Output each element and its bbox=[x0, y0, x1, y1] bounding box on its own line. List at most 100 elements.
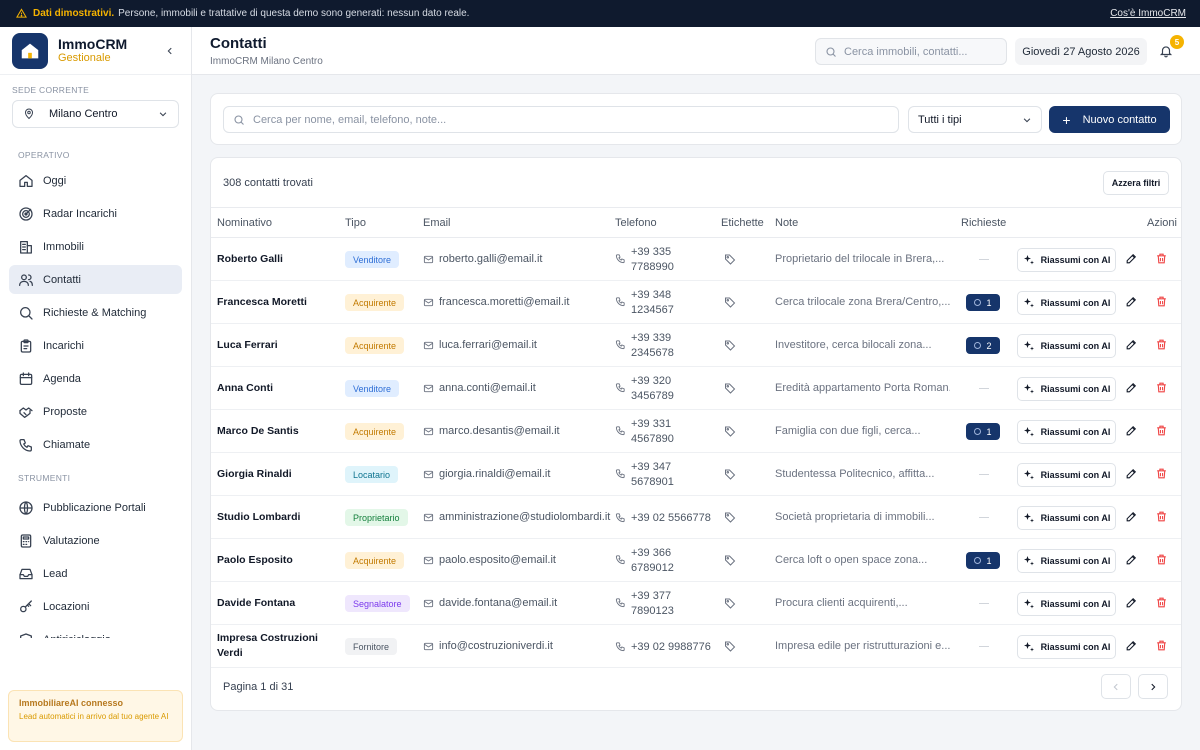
edit-icon[interactable] bbox=[1125, 467, 1138, 480]
table-row[interactable]: Impresa Costruzioni Verdi Fornitore info@c… bbox=[211, 625, 1181, 668]
col-type[interactable]: Tipo bbox=[345, 217, 366, 229]
requests-badge[interactable]: 1 bbox=[966, 294, 1000, 311]
sidebar-item-lead[interactable]: Lead bbox=[9, 559, 182, 588]
table-row[interactable]: Luca Ferrari Acquirente luca.ferrari@email… bbox=[211, 324, 1181, 367]
summarize-ai-button[interactable]: Riassumi con AI bbox=[1017, 420, 1116, 444]
sidebar-item-locazioni[interactable]: Locazioni bbox=[9, 592, 182, 621]
reset-filters-button[interactable]: Azzera filtri bbox=[1103, 171, 1169, 195]
edit-icon[interactable] bbox=[1125, 424, 1138, 437]
contact-email[interactable]: paolo.esposito@email.it bbox=[423, 554, 556, 566]
trash-icon[interactable] bbox=[1155, 639, 1168, 652]
contact-email[interactable]: amministrazione@studiolombardi.it bbox=[423, 511, 610, 523]
contact-email[interactable]: anna.conti@email.it bbox=[423, 382, 536, 394]
requests-badge[interactable]: 1 bbox=[966, 552, 1000, 569]
sidebar-item-agenda[interactable]: Agenda bbox=[9, 364, 182, 393]
tag-icon[interactable] bbox=[724, 339, 736, 351]
table-row[interactable]: Studio Lombardi Proprietario amministrazio… bbox=[211, 496, 1181, 539]
sidebar-item-portali[interactable]: Pubblicazione Portali bbox=[9, 493, 182, 522]
contact-phone[interactable]: +39 335 7788990 bbox=[615, 245, 701, 275]
summarize-ai-button[interactable]: Riassumi con AI bbox=[1017, 463, 1116, 487]
contact-name[interactable]: Anna Conti bbox=[217, 382, 335, 394]
contact-email[interactable]: luca.ferrari@email.it bbox=[423, 339, 537, 351]
edit-icon[interactable] bbox=[1125, 510, 1138, 523]
edit-icon[interactable] bbox=[1125, 252, 1138, 265]
summarize-ai-button[interactable]: Riassumi con AI bbox=[1017, 506, 1116, 530]
summarize-ai-button[interactable]: Riassumi con AI bbox=[1017, 291, 1116, 315]
tag-icon[interactable] bbox=[724, 382, 736, 394]
trash-icon[interactable] bbox=[1155, 338, 1168, 351]
contact-email[interactable]: davide.fontana@email.it bbox=[423, 597, 557, 609]
tag-icon[interactable] bbox=[724, 554, 736, 566]
contact-phone[interactable]: +39 320 3456789 bbox=[615, 374, 701, 404]
sidebar-item-chiamate[interactable]: Chiamate bbox=[9, 430, 182, 459]
sidebar-item-incarichi[interactable]: Incarichi bbox=[9, 331, 182, 360]
trash-icon[interactable] bbox=[1155, 553, 1168, 566]
prev-page-button[interactable] bbox=[1101, 674, 1131, 699]
next-page-button[interactable] bbox=[1138, 674, 1168, 699]
sede-select[interactable]: Milano Centro bbox=[12, 100, 179, 128]
contact-name[interactable]: Roberto Galli bbox=[217, 253, 335, 265]
summarize-ai-button[interactable]: Riassumi con AI bbox=[1017, 549, 1116, 573]
tag-icon[interactable] bbox=[724, 468, 736, 480]
contact-email[interactable]: marco.desantis@email.it bbox=[423, 425, 560, 437]
collapse-sidebar-button[interactable] bbox=[161, 42, 179, 60]
requests-badge[interactable]: 2 bbox=[966, 337, 1000, 354]
summarize-ai-button[interactable]: Riassumi con AI bbox=[1017, 377, 1116, 401]
table-row[interactable]: Giorgia Rinaldi Locatario giorgia.rinaldi@… bbox=[211, 453, 1181, 496]
contact-phone[interactable]: +39 02 5566778 bbox=[615, 511, 721, 526]
table-row[interactable]: Paolo Esposito Acquirente paolo.esposito@e… bbox=[211, 539, 1181, 582]
table-row[interactable]: Davide Fontana Segnalatore davide.fontana@… bbox=[211, 582, 1181, 625]
trash-icon[interactable] bbox=[1155, 295, 1168, 308]
sidebar-item-radar[interactable]: Radar Incarichi bbox=[9, 199, 182, 228]
tag-icon[interactable] bbox=[724, 253, 736, 265]
table-row[interactable]: Marco De Santis Acquirente marco.desantis@… bbox=[211, 410, 1181, 453]
contact-email[interactable]: roberto.galli@email.it bbox=[423, 253, 543, 265]
edit-icon[interactable] bbox=[1125, 338, 1138, 351]
tag-icon[interactable] bbox=[724, 597, 736, 609]
trash-icon[interactable] bbox=[1155, 381, 1168, 394]
trash-icon[interactable] bbox=[1155, 424, 1168, 437]
contact-name[interactable]: Impresa Costruzioni Verdi bbox=[217, 631, 335, 661]
contact-name[interactable]: Giorgia Rinaldi bbox=[217, 468, 335, 480]
trash-icon[interactable] bbox=[1155, 510, 1168, 523]
contact-phone[interactable]: +39 347 5678901 bbox=[615, 460, 701, 490]
contact-name[interactable]: Studio Lombardi bbox=[217, 511, 335, 523]
contact-email[interactable]: info@costruzioniverdi.it bbox=[423, 640, 553, 652]
tag-icon[interactable] bbox=[724, 296, 736, 308]
table-row[interactable]: Francesca Moretti Acquirente francesca.mor… bbox=[211, 281, 1181, 324]
summarize-ai-button[interactable]: Riassumi con AI bbox=[1017, 334, 1116, 358]
sidebar-item-valutazione[interactable]: Valutazione bbox=[9, 526, 182, 555]
summarize-ai-button[interactable]: Riassumi con AI bbox=[1017, 635, 1116, 659]
trash-icon[interactable] bbox=[1155, 252, 1168, 265]
trash-icon[interactable] bbox=[1155, 596, 1168, 609]
sidebar-item-immobili[interactable]: Immobili bbox=[9, 232, 182, 261]
contact-phone[interactable]: +39 348 1234567 bbox=[615, 288, 701, 318]
table-row[interactable]: Anna Conti Venditore anna.conti@email.it +3… bbox=[211, 367, 1181, 410]
ai-status-box[interactable]: ImmobiliareAI connesso Lead automatici i… bbox=[8, 690, 183, 742]
edit-icon[interactable] bbox=[1125, 596, 1138, 609]
edit-icon[interactable] bbox=[1125, 295, 1138, 308]
contact-phone[interactable]: +39 339 2345678 bbox=[615, 331, 701, 361]
contact-name[interactable]: Marco De Santis bbox=[217, 425, 335, 437]
col-email[interactable]: Email bbox=[423, 217, 451, 229]
edit-icon[interactable] bbox=[1125, 381, 1138, 394]
global-search-input[interactable]: Cerca immobili, contatti... bbox=[815, 38, 1007, 65]
tag-icon[interactable] bbox=[724, 640, 736, 652]
edit-icon[interactable] bbox=[1125, 639, 1138, 652]
contact-name[interactable]: Francesca Moretti bbox=[217, 296, 335, 308]
type-filter-select[interactable]: Tutti i tipi bbox=[908, 106, 1042, 133]
about-link[interactable]: Cos'è ImmoCRM bbox=[1110, 8, 1186, 19]
sidebar-item-oggi[interactable]: Oggi bbox=[9, 166, 182, 195]
col-name[interactable]: Nominativo bbox=[217, 217, 272, 229]
sidebar-item-contatti[interactable]: Contatti bbox=[9, 265, 182, 294]
trash-icon[interactable] bbox=[1155, 467, 1168, 480]
sidebar-item-antiriciclaggio[interactable]: Antiriciclaggio bbox=[9, 625, 182, 638]
contact-name[interactable]: Paolo Esposito bbox=[217, 554, 335, 566]
contact-email[interactable]: francesca.moretti@email.it bbox=[423, 296, 569, 308]
contact-phone[interactable]: +39 377 7890123 bbox=[615, 589, 701, 619]
sidebar-item-proposte[interactable]: Proposte bbox=[9, 397, 182, 426]
contact-name[interactable]: Davide Fontana bbox=[217, 597, 335, 609]
contact-search-input[interactable]: Cerca per nome, email, telefono, note... bbox=[223, 106, 899, 133]
edit-icon[interactable] bbox=[1125, 553, 1138, 566]
tag-icon[interactable] bbox=[724, 511, 736, 523]
